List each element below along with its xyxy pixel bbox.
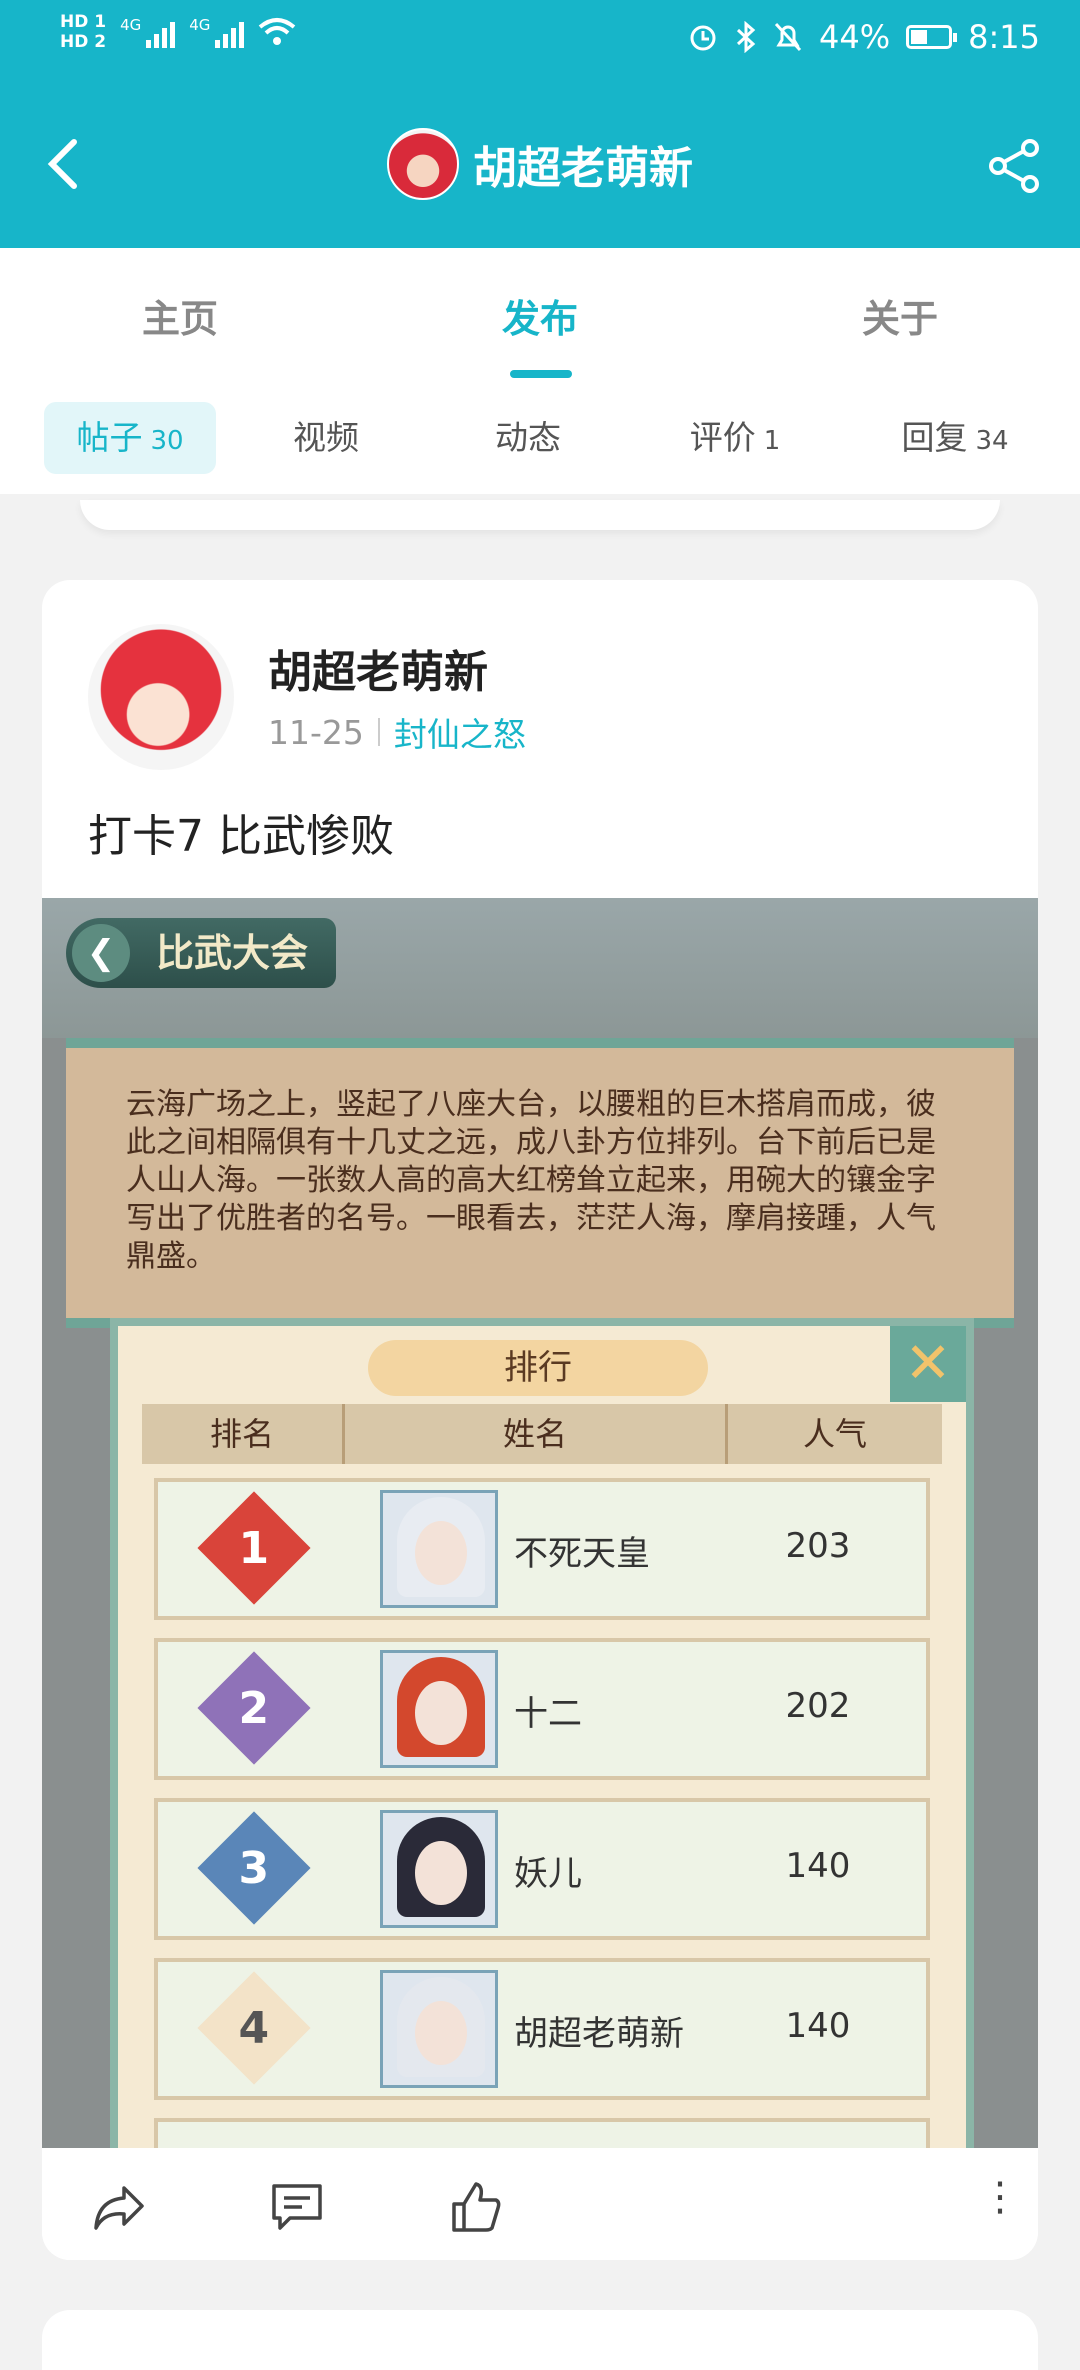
table-row: 1 不死天皇 203: [154, 1478, 930, 1620]
author-avatar[interactable]: [88, 624, 234, 770]
clock: 8:15: [968, 18, 1040, 56]
ranking-header: 排名 姓名 人气: [142, 1404, 942, 1464]
signal-icon: 4G: [120, 16, 176, 48]
post-meta: 11-25 封仙之怒: [268, 708, 526, 756]
tab-home[interactable]: 主页: [80, 288, 280, 343]
post-text: 打卡7 比武惨败: [88, 811, 394, 862]
battery-percent: 44%: [819, 18, 891, 56]
battery-icon: [906, 25, 958, 49]
subtab-videos[interactable]: 视频: [246, 402, 406, 474]
main-tabs: 主页 发布 关于: [0, 248, 1080, 379]
post-card[interactable]: 胡超老萌新 11-25 封仙之怒 打卡7 比武惨败 ❮ 比武大会 云海广场之上，竖…: [42, 580, 1038, 2260]
close-icon: ✕: [890, 1326, 966, 1402]
tab-about[interactable]: 关于: [800, 288, 1000, 343]
forward-icon[interactable]: [90, 2178, 148, 2236]
page-title: 胡超老萌新: [473, 143, 693, 194]
player-name: 不死天皇: [514, 1534, 650, 1574]
wifi-icon: [259, 18, 296, 45]
hd1-badge: HD 1: [60, 12, 107, 32]
table-row: [154, 2118, 930, 2148]
bluetooth-icon: [736, 21, 756, 53]
ranking-title: 排行: [368, 1340, 708, 1396]
player-popularity: 140: [785, 1846, 851, 1886]
player-popularity: 203: [785, 1526, 851, 1566]
game-link[interactable]: 封仙之怒: [394, 708, 526, 756]
col-name: 姓名: [342, 1404, 728, 1464]
previous-card: [80, 500, 1000, 530]
subtab-reviews[interactable]: 评价 1: [650, 402, 820, 474]
image-story-text: 云海广场之上，竖起了八座大台，以腰粗的巨木搭肩而成，彼此之间相隔俱有十几丈之远，…: [126, 1087, 936, 1274]
image-back-icon: ❮: [72, 924, 130, 982]
signal-icon-2: 4G: [189, 16, 245, 48]
hd-badges: HD 1 HD 2: [60, 12, 106, 52]
meta-divider: [377, 718, 380, 746]
share-icon[interactable]: [982, 134, 1046, 198]
table-row: 2 十二 202: [154, 1638, 930, 1780]
player-portrait: [380, 1650, 498, 1768]
tab-indicator: [510, 370, 572, 378]
rank-badge: 1: [197, 1491, 311, 1605]
next-card: [42, 2310, 1038, 2370]
subtab-replies[interactable]: 回复 34: [860, 402, 1050, 474]
image-header-button: ❮ 比武大会: [66, 918, 336, 988]
app-bar: 胡超老萌新: [0, 80, 1080, 248]
rank-badge: 4: [197, 1971, 311, 2085]
hd2-badge: HD 2: [60, 32, 107, 52]
rank-badge: 2: [197, 1651, 311, 1765]
post-date: 11-25: [268, 712, 364, 752]
table-row: 4 胡超老萌新 140: [154, 1958, 930, 2100]
player-portrait: [380, 1810, 498, 1928]
image-story-scroll: 云海广场之上，竖起了八座大台，以腰粗的巨木搭肩而成，彼此之间相隔俱有十几丈之远，…: [66, 1038, 1014, 1328]
player-name: 胡超老萌新: [514, 2014, 684, 2054]
col-rank: 排名: [209, 1415, 274, 1453]
more-icon[interactable]: ⋮: [980, 2177, 1020, 2217]
battery-fill: [911, 30, 928, 44]
rank-badge: 3: [197, 1811, 311, 1925]
player-portrait: [380, 1970, 498, 2088]
player-popularity: 140: [785, 2006, 851, 2046]
player-name: 十二: [514, 1694, 582, 1734]
status-bar: HD 1 HD 2 4G 4G 44% 8:15: [0, 0, 1080, 80]
player-portrait: [380, 1490, 498, 1608]
sub-tabs: 帖子 30 视频 动态 评价 1 回复 34: [0, 378, 1080, 494]
author-name[interactable]: 胡超老萌新: [268, 636, 488, 700]
mute-icon: [774, 22, 802, 52]
tab-publish[interactable]: 发布: [440, 288, 640, 343]
comment-icon[interactable]: [268, 2178, 326, 2236]
avatar[interactable]: [387, 128, 459, 200]
post-image[interactable]: ❮ 比武大会 云海广场之上，竖起了八座大台，以腰粗的巨木搭肩而成，彼此之间相隔俱有…: [42, 898, 1038, 2148]
table-row: 3 妖儿 140: [154, 1798, 930, 1940]
subtab-posts[interactable]: 帖子 30: [44, 402, 216, 474]
ranking-panel: 排行 ✕ 排名 姓名 人气 1 不死天皇 203 2 十二 202 3 妖儿 1…: [110, 1318, 974, 2148]
like-icon[interactable]: [446, 2178, 504, 2236]
subtab-moments[interactable]: 动态: [448, 402, 608, 474]
col-popularity: 人气: [802, 1415, 867, 1453]
player-name: 妖儿: [514, 1854, 582, 1894]
player-popularity: 202: [785, 1686, 851, 1726]
alarm-icon: [690, 25, 716, 51]
post-actions: ⋮: [42, 2148, 1038, 2260]
